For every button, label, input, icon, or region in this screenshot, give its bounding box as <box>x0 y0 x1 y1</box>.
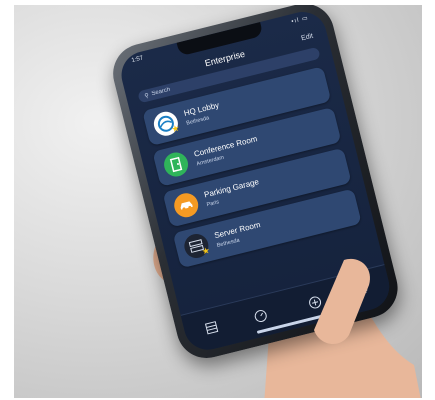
photo-background: 1:57 •ıl ▭ Enterprise Edit ⚲ ★ HQ Lobby … <box>14 5 422 398</box>
thumb <box>314 258 370 345</box>
